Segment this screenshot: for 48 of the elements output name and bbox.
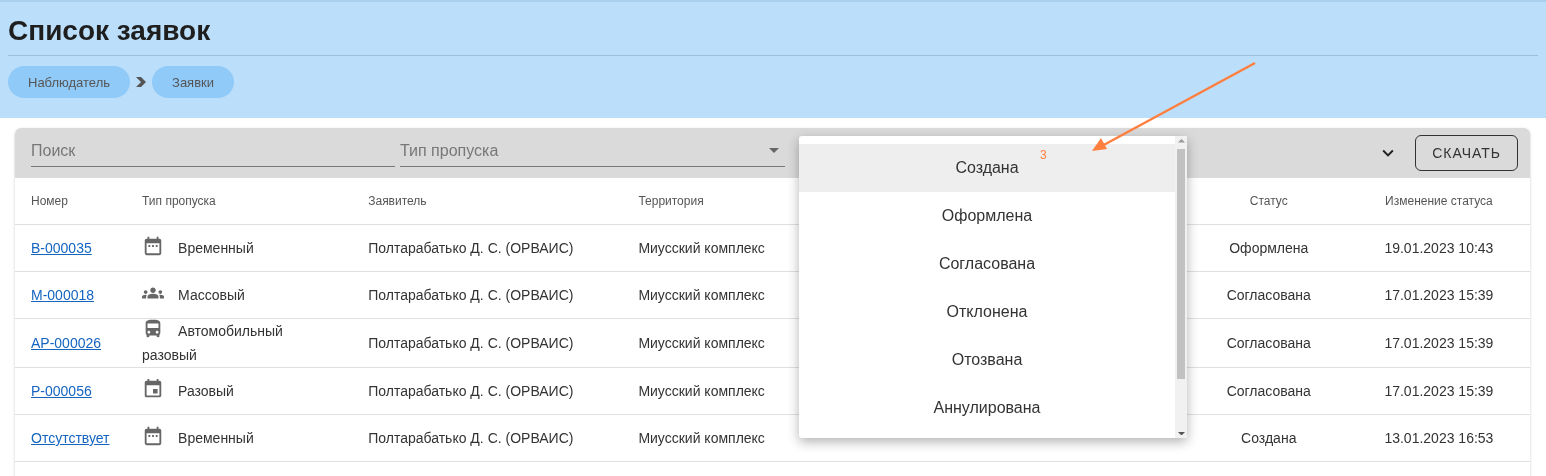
table-cell: Миусский комплекс (638, 287, 765, 303)
table-cell: Миусский комплекс (638, 240, 765, 256)
download-button[interactable]: СКАЧАТЬ (1415, 135, 1518, 171)
request-number-link[interactable]: Р-000056 (31, 383, 92, 399)
table-cell: Полтарабатько Д. С. (ОРВАИС) (368, 287, 574, 303)
table-cell: 17.01.2023 15:39 (1384, 383, 1494, 399)
column-header: Статус (1249, 194, 1288, 208)
search-field[interactable]: Поиск (31, 135, 395, 167)
table-cell: 13.01.2023 16:53 (1384, 430, 1494, 446)
table-cell: 17.01.2023 15:39 (1384, 335, 1494, 351)
column-header: Изменение статуса (1385, 194, 1493, 208)
table-cell: Миусский комплекс (638, 335, 765, 351)
column-header: Номер (31, 194, 68, 208)
table-cell: Полтарабатько Д. С. (ОРВАИС) (368, 240, 574, 256)
column-header: Тип пропуска (142, 194, 216, 208)
request-number-link[interactable]: М-000018 (31, 287, 95, 303)
chevron-icon (136, 77, 147, 87)
pass-type-cell: Автомобильный разовый (142, 319, 303, 367)
breadcrumb-link[interactable]: Заявки (152, 66, 234, 98)
table-cell: Полтарабатько Д. С. (ОРВАИС) (368, 430, 574, 446)
request-number-link[interactable]: Отсутствует (31, 430, 110, 446)
table-cell: Миусский комплекс (638, 430, 765, 446)
scroll-down-icon[interactable] (1177, 431, 1185, 435)
annotation-label: 3 (1040, 148, 1047, 162)
table-cell: Оформлена (1229, 240, 1309, 256)
scrollbar[interactable] (1175, 136, 1187, 438)
table-cell: Согласована (1226, 335, 1311, 351)
column-header: Территория (638, 194, 704, 208)
pass-type-cell: Временный (142, 426, 254, 450)
table-cell: Создана (1241, 430, 1297, 446)
table-cell: Полтарабатько Д. С. (ОРВАИС) (368, 335, 574, 351)
table-cell: Согласована (1226, 383, 1311, 399)
pass-type-cell: Разовый (142, 379, 234, 403)
table-cell: Согласована (1226, 287, 1311, 303)
pass-type-select[interactable]: Тип пропуска (400, 135, 785, 167)
column-header: Заявитель (368, 194, 427, 208)
table-cell: Миусский комплекс (638, 383, 765, 399)
pass-type-cell: Массовый (142, 283, 245, 307)
table-cell: Полтарабатько Д. С. (ОРВАИС) (368, 383, 574, 399)
dropdown-icon[interactable] (769, 148, 779, 153)
request-number-link[interactable]: АР-000026 (31, 335, 102, 351)
page-title: Список заявок (8, 2, 1538, 56)
scroll-up-icon[interactable] (1177, 139, 1185, 143)
table-cell: 17.01.2023 15:39 (1384, 287, 1494, 303)
request-number-link[interactable]: В-000035 (31, 240, 92, 256)
breadcrumb-link[interactable]: Наблюдатель (8, 66, 131, 98)
table-cell: 19.01.2023 10:43 (1384, 240, 1494, 256)
pass-type-cell: Временный (142, 236, 254, 260)
